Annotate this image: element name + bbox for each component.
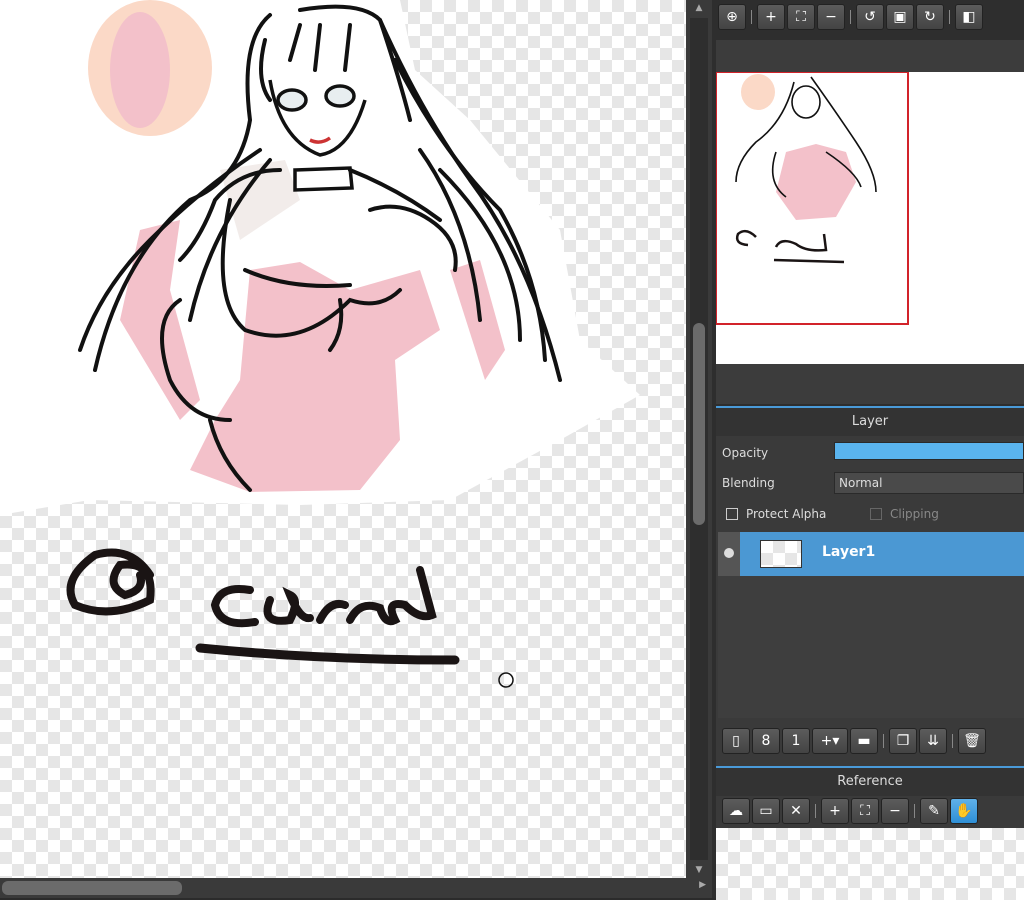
right-panel: ⊕ + ⛶ − ↺ ▣ ↻ ◧ Layer Opacity Blending N… xyxy=(712,0,1024,900)
navigator-thumbnail xyxy=(716,72,909,325)
layer-panel-title: Layer xyxy=(716,408,1024,436)
reference-toolbar: ☁ ▭ ✕ + ⛶ − ✎ ✋ xyxy=(716,794,978,828)
protect-alpha-checkbox[interactable] xyxy=(726,508,738,520)
upload-icon[interactable]: ☁ xyxy=(722,798,750,824)
scroll-right-arrow[interactable]: ▶ xyxy=(699,880,706,890)
navigator-preview[interactable] xyxy=(716,72,1024,364)
reset-view-icon[interactable]: ▣ xyxy=(886,4,914,30)
eye-icon xyxy=(724,548,734,558)
brush-cursor xyxy=(498,672,514,688)
duplicate-layer-icon[interactable]: ❐ xyxy=(889,728,917,754)
drawing-canvas[interactable] xyxy=(0,0,686,878)
zoom-actual-icon[interactable]: ⊕ xyxy=(718,4,746,30)
layer-thumbnail xyxy=(760,540,802,568)
add-layer-menu-icon[interactable]: +▾ xyxy=(812,728,848,754)
vertical-scroll-thumb[interactable] xyxy=(693,323,705,525)
close-icon[interactable]: ✕ xyxy=(782,798,810,824)
horizontal-scrollbar[interactable]: ▶ xyxy=(0,878,712,898)
zoom-in-icon[interactable]: + xyxy=(821,798,849,824)
layer-name: Layer1 xyxy=(822,544,876,560)
scroll-track[interactable] xyxy=(690,18,708,860)
delete-layer-icon[interactable]: 🗑 xyxy=(958,728,986,754)
opacity-label: Opacity xyxy=(722,446,769,460)
zoom-in-icon[interactable]: + xyxy=(757,4,785,30)
blending-select[interactable]: Normal xyxy=(834,472,1024,494)
zoom-out-icon[interactable]: − xyxy=(817,4,845,30)
merge-layer-icon[interactable]: ⇊ xyxy=(919,728,947,754)
layer-toolbar: ▯ 8 1 +▾ ▬ ❐ ⇊ 🗑 xyxy=(716,724,986,758)
signature-drawing xyxy=(66,548,460,665)
clipping-label: Clipping xyxy=(890,507,939,521)
fit-icon[interactable]: ⛶ xyxy=(787,4,815,30)
fit-icon[interactable]: ⛶ xyxy=(851,798,879,824)
layer-row[interactable]: Layer1 xyxy=(718,532,1024,576)
navigator-footer xyxy=(716,364,1024,404)
navigator-toolbar: ⊕ + ⛶ − ↺ ▣ ↻ ◧ xyxy=(712,0,983,34)
vertical-scrollbar[interactable]: ▲ ▼ xyxy=(686,0,712,878)
clipping-checkbox[interactable] xyxy=(870,508,882,520)
reference-panel: Reference ☁ ▭ ✕ + ⛶ − ✎ ✋ xyxy=(716,766,1024,900)
reference-panel-title: Reference xyxy=(716,768,1024,796)
rotate-left-icon[interactable]: ↺ xyxy=(856,4,884,30)
new-layer-icon[interactable]: ▯ xyxy=(722,728,750,754)
open-folder-icon[interactable]: ▭ xyxy=(752,798,780,824)
opacity-slider[interactable] xyxy=(834,442,1024,460)
scroll-up-arrow[interactable]: ▲ xyxy=(686,0,712,16)
hand-icon[interactable]: ✋ xyxy=(950,798,978,824)
new-folder-icon[interactable]: ▬ xyxy=(850,728,878,754)
layer-panel: Layer Opacity Blending Normal Protect Al… xyxy=(716,406,1024,768)
new-layer-1bit-icon[interactable]: 1 xyxy=(782,728,810,754)
zoom-out-icon[interactable]: − xyxy=(881,798,909,824)
layer-list[interactable] xyxy=(718,576,1024,718)
navigator-header xyxy=(716,40,1024,72)
new-layer-8bit-icon[interactable]: 8 xyxy=(752,728,780,754)
eyedropper-icon[interactable]: ✎ xyxy=(920,798,948,824)
flip-icon[interactable]: ◧ xyxy=(955,4,983,30)
visibility-toggle[interactable] xyxy=(718,532,740,576)
color-swatch-pink xyxy=(110,12,170,128)
rotate-right-icon[interactable]: ↻ xyxy=(916,4,944,30)
blending-label: Blending xyxy=(722,476,775,490)
horizontal-scroll-thumb[interactable] xyxy=(2,881,182,895)
artwork xyxy=(0,0,640,688)
scroll-down-arrow[interactable]: ▼ xyxy=(686,862,712,878)
protect-alpha-label: Protect Alpha xyxy=(746,507,827,521)
reference-view[interactable] xyxy=(716,828,1024,900)
